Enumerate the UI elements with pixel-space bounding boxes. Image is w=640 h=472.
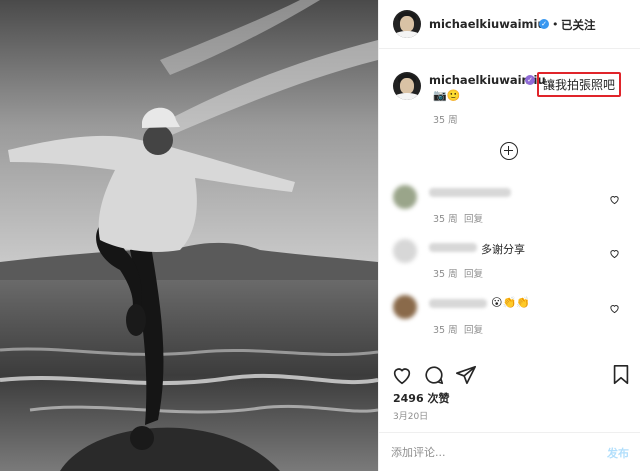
author-username[interactable]: michaelkiuwaimiu: [429, 17, 546, 31]
post-button[interactable]: 发布: [607, 445, 629, 461]
comment-composer: 发布: [379, 432, 640, 472]
reply-button[interactable]: 回复: [464, 322, 483, 336]
bookmark-icon[interactable]: [611, 364, 631, 386]
comment-time[interactable]: 35 周: [433, 211, 458, 225]
post-header: michaelkiuwaimiu ✓ • 已关注: [379, 0, 640, 49]
caption-time[interactable]: 35 周: [433, 112, 458, 126]
comment-text: 多谢分享: [481, 243, 525, 256]
verified-badge-icon: ✓: [525, 75, 535, 85]
comment-time[interactable]: 35 周: [433, 266, 458, 280]
reply-button[interactable]: 回复: [464, 211, 483, 225]
following-button[interactable]: 已关注: [561, 17, 596, 33]
comment-input[interactable]: [391, 442, 581, 462]
author-avatar[interactable]: [393, 10, 421, 38]
caption-emoji: 📷🙂: [433, 89, 461, 102]
caption-text: 讓我拍張照吧: [537, 72, 622, 97]
share-icon[interactable]: [455, 364, 477, 386]
post-sidebar: michaelkiuwaimiu ✓ • 已关注 michaelkiuwaimi…: [378, 0, 640, 471]
heart-icon[interactable]: [609, 303, 620, 314]
post-photo[interactable]: [0, 0, 378, 471]
photo-image: [0, 0, 378, 471]
plus-circle-icon[interactable]: [500, 142, 518, 160]
comment-text: 😮👏👏: [491, 296, 530, 309]
verified-badge-icon: ✓: [539, 19, 549, 29]
post-date[interactable]: 3月20日: [393, 409, 428, 422]
comment-time[interactable]: 35 周: [433, 322, 458, 336]
commenter-username[interactable]: [429, 243, 477, 252]
commenter-avatar[interactable]: [393, 295, 417, 319]
heart-icon[interactable]: [609, 194, 620, 205]
commenter-avatar[interactable]: [393, 185, 417, 209]
commenter-username[interactable]: [429, 299, 487, 308]
likes-count[interactable]: 2496 次赞: [393, 390, 449, 406]
separator-dot: •: [552, 18, 559, 31]
commenter-avatar[interactable]: [393, 239, 417, 263]
heart-icon[interactable]: [609, 248, 620, 259]
commenter-username[interactable]: [429, 188, 511, 197]
caption-author-avatar[interactable]: [393, 72, 421, 100]
comment-icon[interactable]: [423, 364, 445, 386]
reply-button[interactable]: 回复: [464, 266, 483, 280]
heart-icon[interactable]: [391, 364, 413, 386]
